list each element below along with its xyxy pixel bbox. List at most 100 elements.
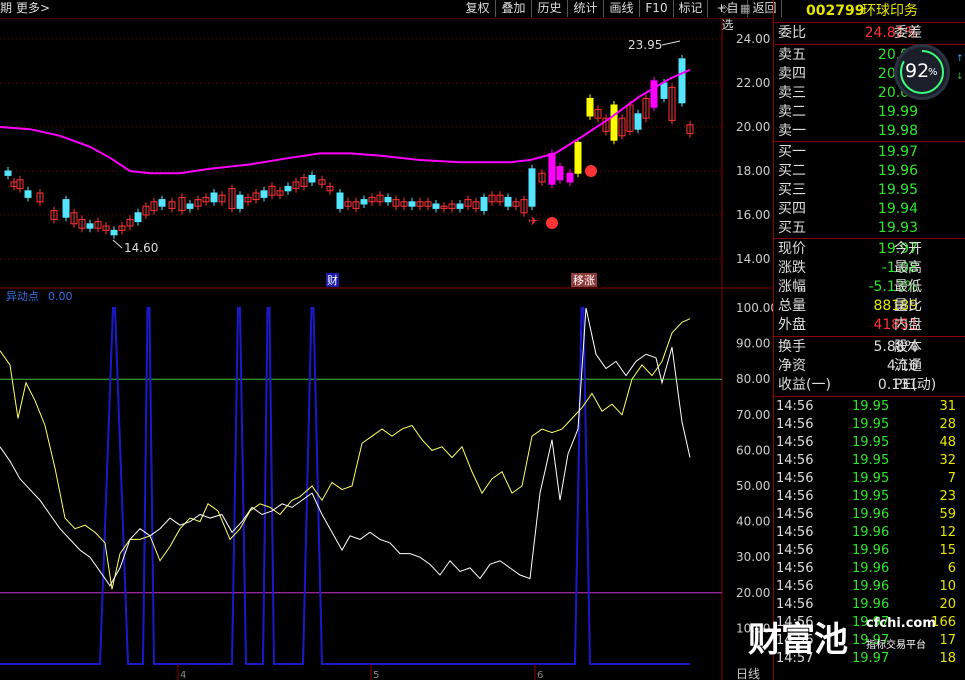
divider (774, 238, 965, 239)
watermark-tagline: 指标交易平台 (866, 640, 926, 651)
weibi-label: 委比 (778, 25, 806, 41)
sell-row-label: 卖三 (778, 85, 806, 101)
tick-volume: 23 (939, 489, 956, 504)
toolbar-button-1[interactable]: 叠加 (496, 0, 532, 17)
quote-row: 涨幅 -5.13% 最低 (776, 278, 964, 296)
tick-volume: 6 (947, 561, 956, 576)
candle-body (62, 199, 70, 218)
quote-row-label2: 量比 (894, 298, 922, 314)
divider (774, 141, 965, 142)
candle-body (556, 166, 564, 181)
tick-volume: 31 (939, 399, 956, 414)
toolbar-button-6[interactable]: 标记 (674, 0, 708, 17)
ma-line (0, 68, 691, 175)
toolbar-button-5[interactable]: F10 (640, 0, 674, 17)
indicator-name: 异动点 (6, 290, 39, 303)
tick-row: 14:56 19.95 23 (776, 488, 962, 506)
indicator-axis-label: 40.00 (736, 515, 770, 529)
period-label: 日线 (736, 667, 760, 680)
tick-time: 14:56 (776, 471, 814, 486)
quote-row-label: 涨跌 (778, 260, 806, 276)
tick-price: 19.95 (852, 489, 890, 504)
quote-row-label2: 最高 (894, 260, 922, 276)
high-marker-line (661, 40, 681, 46)
toolbar-button-0[interactable]: 复权 (460, 0, 496, 17)
tick-volume: 15 (939, 543, 956, 558)
tick-price: 19.95 (852, 417, 890, 432)
high-price-marker: 23.95 (628, 38, 662, 52)
low-marker-line (112, 239, 123, 249)
top-toolbar: 期 更多> 复权 叠加 历史 统计 画线 F10 标记 +自选 返回 ◇ ▦ (0, 0, 782, 32)
tick-volume: 48 (939, 435, 956, 450)
sell-row-label: 卖四 (778, 66, 806, 82)
watermark-brand: 财富池 (748, 620, 848, 660)
settings-diamond-icon[interactable]: ◇ (720, 0, 728, 17)
buy-row: 买二 19.96 (776, 162, 964, 180)
candle-body (678, 58, 686, 104)
toolbar-button-4[interactable]: 画线 (604, 0, 640, 17)
tick-price: 19.96 (852, 525, 890, 540)
more-button[interactable]: 更多> (16, 0, 50, 17)
candle-body (408, 201, 416, 207)
quote-row-label2: 今开 (894, 241, 922, 257)
sell-row-label: 卖一 (778, 123, 806, 139)
tick-price: 19.96 (852, 543, 890, 558)
sell-row: 卖二 19.99 (776, 103, 964, 121)
tick-row: 14:56 19.96 10 (776, 578, 962, 596)
stock-code: 002799 (806, 3, 865, 19)
main-chart[interactable]: 24.00 22.00 20.00 18.00 16.00 14.00 23.95 14.60… (0, 18, 773, 680)
candle-body (432, 203, 440, 209)
signal-icon (546, 217, 558, 229)
tick-time: 14:56 (776, 543, 814, 558)
gauge-unit: % (928, 67, 938, 78)
tick-volume: 59 (939, 507, 956, 522)
tick-row: 14:56 19.95 32 (776, 452, 962, 470)
candle-body (650, 80, 658, 108)
candle-body (566, 172, 574, 183)
candle-body (86, 223, 94, 229)
tick-row: 14:56 19.96 6 (776, 560, 962, 578)
quote-row-label2: 内盘 (894, 317, 922, 333)
toolbar-button-3[interactable]: 统计 (568, 0, 604, 17)
tick-price: 19.95 (852, 453, 890, 468)
sell-row-label: 卖五 (778, 47, 806, 63)
buy-row-label: 买一 (778, 144, 806, 160)
download-arrow-icon: ↓ (956, 72, 964, 82)
candle-body (504, 196, 512, 207)
buy-row-value: 19.96 (877, 163, 918, 179)
indicator-axis-label: 70.00 (736, 408, 770, 422)
toolbar-button-2[interactable]: 历史 (532, 0, 568, 17)
tick-volume: 32 (939, 453, 956, 468)
indicator-axis-label: 20.00 (736, 586, 770, 600)
tick-time: 14:56 (776, 453, 814, 468)
finance-row: 净资 4.16 流通 (776, 357, 964, 375)
tick-price: 19.96 (852, 561, 890, 576)
x-tick-label: 6 (537, 670, 543, 680)
period-label[interactable]: 期 (0, 0, 12, 17)
tick-time: 14:56 (776, 579, 814, 594)
tick-row: 14:56 19.95 7 (776, 470, 962, 488)
candle-body (24, 190, 32, 198)
indicator-axis-label: 80.00 (736, 372, 770, 386)
grid-icon[interactable]: ▦ (740, 0, 750, 17)
candle-body (384, 196, 392, 203)
candle-body (336, 192, 344, 209)
divider (774, 44, 965, 45)
tick-time: 14:56 (776, 435, 814, 450)
tick-volume: 7 (947, 471, 956, 486)
low-price-marker: 14.60 (124, 241, 158, 255)
performance-gauge[interactable]: 92 % (894, 44, 950, 100)
upload-arrow-icon: ↑ (956, 54, 964, 64)
buy-row: 买三 19.95 (776, 181, 964, 199)
candle-body (186, 203, 194, 209)
divider (774, 22, 965, 23)
tick-row: 14:56 19.96 12 (776, 524, 962, 542)
finance-row: 换手 5.88% 股本 (776, 338, 964, 356)
tick-price: 19.96 (852, 507, 890, 522)
stock-name: 环球印务 (862, 3, 918, 19)
tick-time: 14:56 (776, 507, 814, 522)
spike-line (0, 307, 690, 665)
x-tick-label: 4 (180, 670, 186, 680)
watermark-site: cfchi.com (866, 616, 936, 631)
tick-time: 14:56 (776, 417, 814, 432)
